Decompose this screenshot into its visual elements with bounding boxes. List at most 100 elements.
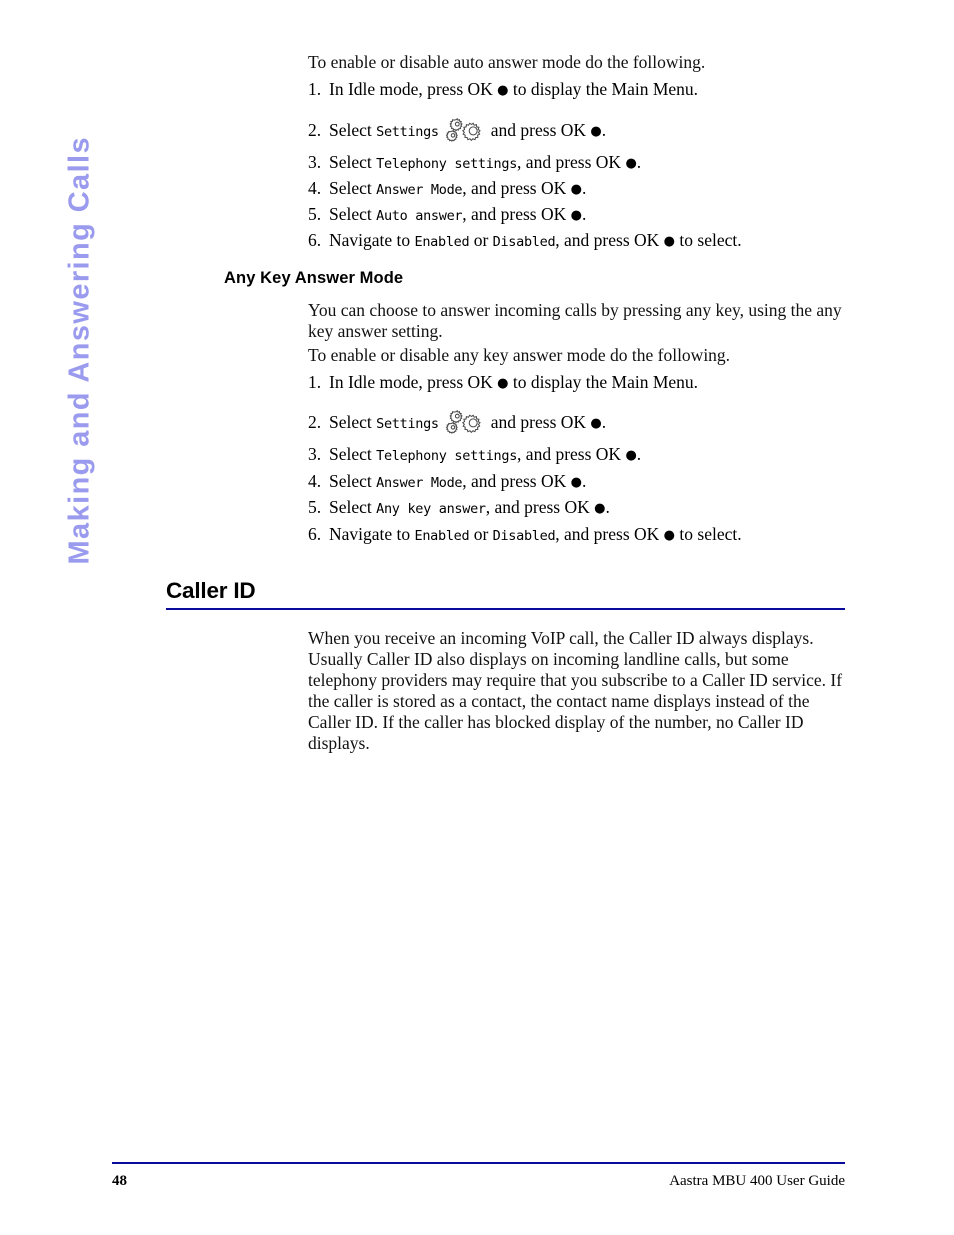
list-number: 5. [308,204,322,224]
step-text-tail: . [601,120,607,140]
caller-id-heading-block: Caller ID [166,578,845,610]
step-text-tail: . [636,444,642,464]
step-text: Select [329,178,377,198]
step-text-tail: . [581,178,587,198]
footer-page-number: 48 [112,1173,127,1189]
step-text-mid: and press OK [490,120,591,140]
step-text-mid: or [469,230,493,250]
list-number: 2. [308,412,322,432]
gear-icon [445,118,485,145]
ok-key-dot-icon: ● [570,182,582,197]
step-text-mid: , and press OK [485,497,595,517]
running-head-container: Making and Answering Calls [0,0,150,620]
list-item: 6. Navigate to Enabled or Disabled, and p… [308,230,868,253]
list-number: 6. [308,230,322,250]
list-item: 3. Select Telephony settings, and press O… [308,444,868,467]
caller-id-paragraph: When you receive an incoming VoIP call, … [308,628,843,753]
ok-key-dot-icon: ● [497,83,509,98]
running-head-chapter-title: Making and Answering Calls [63,135,96,565]
step-text-mid: , and press OK [517,152,626,172]
step-text-tail: to display the Main Menu. [508,372,699,392]
ok-key-dot-icon: ● [590,416,602,431]
step-text-tail: . [605,497,610,517]
step-text-tail: . [636,152,642,172]
page-title-caller-id: Caller ID [166,578,256,603]
step-text: Select [329,471,377,491]
step-text-tail: to select. [675,524,742,544]
display-label-enabled: Enabled [414,528,470,544]
display-label-auto-answer: Auto answer [376,208,463,224]
step-text-tail: to display the Main Menu. [508,79,699,99]
display-label-answer-mode: Answer Mode [376,475,463,491]
display-label-any-key-answer: Any key answer [376,501,486,517]
list-number: 4. [308,471,322,491]
ok-key-dot-icon: ● [570,475,582,490]
list-item: 1. In Idle mode, press OK ● to display th… [308,79,868,100]
step-text: In Idle mode, press OK [329,372,498,392]
list-number: 3. [308,444,322,464]
step-text: Select [329,120,377,140]
step-text-tail: . [581,204,587,224]
ok-key-dot-icon: ● [590,124,602,139]
section-heading-any-key-answer-mode: Any Key Answer Mode [224,269,404,287]
ok-key-dot-icon: ● [570,208,582,223]
list-item: 3. Select Telephony settings, and press O… [308,152,868,175]
step-text: Navigate to [329,524,415,544]
footer-row: 48 Aastra MBU 400 User Guide [112,1164,845,1190]
any-key-paragraph-2: To enable or disable any key answer mode… [308,345,731,365]
list-item: 2. Select Settings and press OK ●. [308,118,868,145]
display-label-telephony-settings: Telephony settings [376,156,518,172]
step-text: In Idle mode, press OK [329,79,498,99]
list-number: 4. [308,178,322,198]
step-text-mid: , and press OK [517,444,626,464]
step-text: Select [329,204,377,224]
footer-guide-title: Aastra MBU 400 User Guide [669,1173,845,1189]
list-item: 1. In Idle mode, press OK ● to display th… [308,372,868,393]
list-number: 6. [308,524,322,544]
list-number: 2. [308,120,322,140]
step-text-tail: . [581,471,587,491]
display-label-settings: Settings [376,416,439,432]
step-text-mid: and press OK [490,412,591,432]
display-label-answer-mode: Answer Mode [376,182,463,198]
ok-key-dot-icon: ● [594,501,606,516]
ok-key-dot-icon: ● [663,234,676,249]
auto-answer-intro-paragraph: To enable or disable auto answer mode do… [308,52,706,72]
ok-key-dot-icon: ● [663,528,676,543]
step-text: Select [329,152,377,172]
step-text: Select [329,497,377,517]
list-item: 6. Navigate to Enabled or Disabled, and p… [308,524,868,547]
heading-divider [166,608,845,610]
step-text: Select [329,444,377,464]
list-number: 3. [308,152,322,172]
list-item: 4. Select Answer Mode, and press OK ●. [308,471,868,494]
any-key-paragraph-1: You can choose to answer incoming calls … [308,300,842,341]
document-page: Making and Answering Calls To enable or … [0,0,954,1235]
step-text: Navigate to [329,230,415,250]
list-item: 5. Select Any key answer, and press OK ●. [308,497,868,520]
step-text-mid: , and press OK [462,178,571,198]
step-text-mid: , and press OK [462,204,571,224]
gear-icon [445,410,485,437]
list-item: 5. Select Auto answer, and press OK ●. [308,204,868,227]
list-item: 4. Select Answer Mode, and press OK ●. [308,178,868,201]
display-label-disabled: Disabled [492,528,556,544]
ok-key-dot-icon: ● [625,156,637,171]
ok-key-dot-icon: ● [625,448,637,463]
step-text-mid: , and press OK [462,471,571,491]
step-text-mid2: , and press OK [555,524,664,544]
list-number: 1. [308,79,322,99]
display-label-disabled: Disabled [492,234,556,250]
step-text-tail: . [601,412,607,432]
list-item: 2. Select Settings and press OK ●. [308,410,868,437]
display-label-enabled: Enabled [414,234,470,250]
step-text-mid2: , and press OK [555,230,664,250]
step-text: Select [329,412,377,432]
display-label-telephony-settings: Telephony settings [376,448,518,464]
list-number: 1. [308,372,322,392]
step-text-mid: or [469,524,493,544]
ok-key-dot-icon: ● [497,376,509,391]
display-label-settings: Settings [376,124,439,140]
step-text-tail: to select. [675,230,742,250]
page-footer: 48 Aastra MBU 400 User Guide [112,1162,845,1190]
